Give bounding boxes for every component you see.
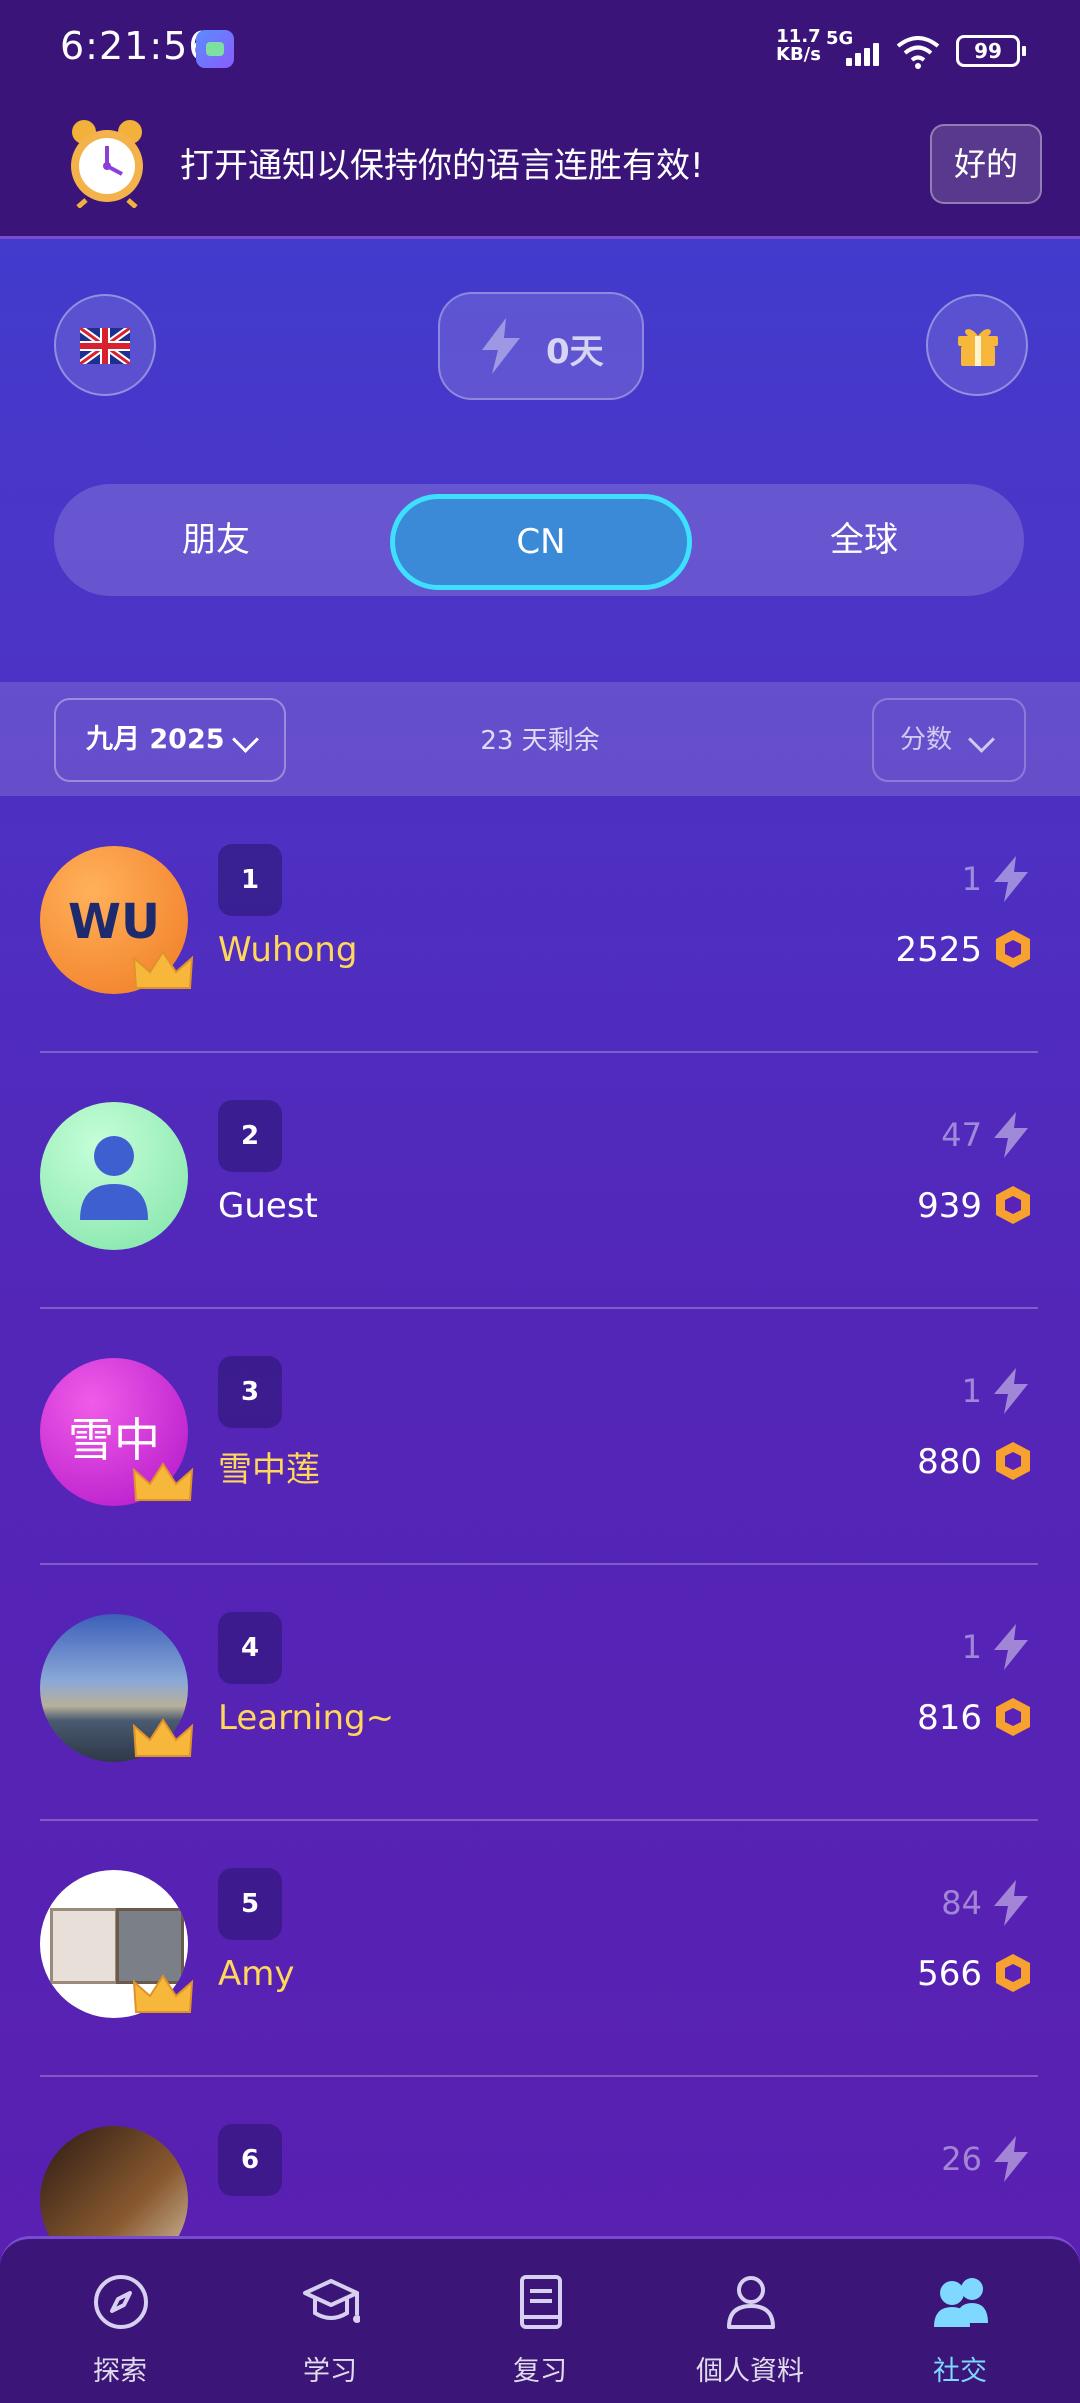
nav-label: 個人資料 xyxy=(696,2356,804,2387)
leaderboard-row[interactable]: WU 1 Wuhong 1 2525 xyxy=(40,798,1038,1053)
filter-bar: 九月 2025 23 天剩余 分数 xyxy=(0,682,1080,796)
nav-label: 社交 xyxy=(933,2356,987,2387)
avatar-initials: WU xyxy=(68,894,160,950)
crown-icon xyxy=(132,1718,194,1757)
user-score: 566 xyxy=(917,1954,982,1994)
top-bar: 6:21:56 11.7 KB/s 5G 99 打开通知以保持你的语言连胜有效!… xyxy=(0,0,1080,239)
user-name: 雪中莲 xyxy=(218,1450,320,1490)
rank-badge: 2 xyxy=(218,1100,282,1172)
user-streak: 47 xyxy=(941,1116,982,1154)
coin-icon xyxy=(996,1186,1030,1224)
row-divider xyxy=(40,1051,1038,1053)
notification-message: 打开通知以保持你的语言连胜有效! xyxy=(180,146,704,186)
leaderboard-row[interactable]: 4 Learning~ 1 816 xyxy=(40,1566,1038,1821)
uk-flag-icon xyxy=(80,328,130,364)
user-streak: 1 xyxy=(961,1372,982,1410)
status-time: 6:21:56 xyxy=(60,24,214,68)
graduation-cap-icon xyxy=(303,2279,360,2323)
battery-indicator: 99 xyxy=(956,35,1026,67)
sort-selector[interactable]: 分数 xyxy=(872,698,1026,782)
compass-icon xyxy=(94,2275,148,2329)
user-streak: 1 xyxy=(961,1628,982,1666)
lightning-icon xyxy=(994,2136,1028,2182)
user-name: Guest xyxy=(218,1186,318,1226)
lightning-icon xyxy=(994,856,1028,902)
row-divider xyxy=(40,1819,1038,1821)
nav-explore[interactable]: 探索 xyxy=(12,2239,228,2403)
rank-badge: 5 xyxy=(218,1868,282,1940)
tab-friends[interactable]: 朋友 xyxy=(54,484,378,596)
sort-label: 分数 xyxy=(900,725,953,755)
leaderboard-scope-tabs: 朋友 CN 全球 xyxy=(54,484,1024,596)
rank-badge: 4 xyxy=(218,1612,282,1684)
tab-global[interactable]: 全球 xyxy=(704,484,1024,596)
people-icon xyxy=(934,2278,988,2327)
user-score: 880 xyxy=(917,1442,982,1482)
user-score: 2525 xyxy=(895,930,982,970)
book-icon xyxy=(520,2275,562,2329)
bottom-navigation: 探索 学习 复习 個人資料 社交 xyxy=(0,2236,1080,2403)
streak-counter[interactable]: 0天 xyxy=(438,292,644,400)
user-score: 816 xyxy=(917,1698,982,1738)
gift-icon xyxy=(958,329,998,366)
nav-label: 复习 xyxy=(513,2356,567,2387)
user-streak: 26 xyxy=(941,2140,982,2178)
leaderboard-row[interactable]: 雪中 3 雪中莲 1 880 xyxy=(40,1310,1038,1565)
user-name: Learning~ xyxy=(218,1698,395,1738)
user-streak: 84 xyxy=(941,1884,982,1922)
user-name: Amy xyxy=(218,1954,295,1994)
person-icon xyxy=(80,1136,148,1220)
row-divider xyxy=(40,2075,1038,2077)
tab-cn[interactable]: CN xyxy=(390,494,692,590)
crown-icon xyxy=(132,1462,194,1501)
leaderboard-row[interactable]: 5 Amy 84 566 xyxy=(40,1822,1038,2077)
language-button[interactable] xyxy=(54,294,156,396)
nav-review[interactable]: 复习 xyxy=(432,2239,648,2403)
crown-icon xyxy=(132,950,194,989)
coin-icon xyxy=(996,1698,1030,1736)
row-divider xyxy=(40,1307,1038,1309)
alarm-clock-icon xyxy=(71,120,143,208)
streak-days: 0天 xyxy=(546,332,604,372)
gift-button[interactable] xyxy=(926,294,1028,396)
nav-learn[interactable]: 学习 xyxy=(222,2239,438,2403)
user-score: 939 xyxy=(917,1186,982,1226)
status-bar: 6:21:56 11.7 KB/s 5G 99 xyxy=(0,0,1080,100)
lightning-icon xyxy=(482,318,520,374)
nav-social[interactable]: 社交 xyxy=(852,2239,1068,2403)
signal-icon xyxy=(846,40,886,66)
coin-icon xyxy=(996,930,1030,968)
user-streak: 1 xyxy=(961,860,982,898)
nav-label: 探索 xyxy=(93,2356,147,2387)
leaderboard-row[interactable]: 2 Guest 47 939 xyxy=(40,1054,1038,1309)
person-icon xyxy=(727,2276,775,2329)
lightning-icon xyxy=(994,1112,1028,1158)
avatar xyxy=(40,1102,188,1250)
nav-profile[interactable]: 個人資料 xyxy=(642,2239,858,2403)
row-divider xyxy=(40,1563,1038,1565)
ok-button[interactable]: 好的 xyxy=(930,124,1042,204)
lightning-icon xyxy=(994,1624,1028,1670)
nav-label: 学习 xyxy=(303,2356,357,2387)
rank-badge: 3 xyxy=(218,1356,282,1428)
coin-icon xyxy=(996,1442,1030,1480)
chevron-down-icon xyxy=(968,726,995,753)
user-name: Wuhong xyxy=(218,930,358,970)
coin-icon xyxy=(996,1954,1030,1992)
network-speed-unit: KB/s xyxy=(776,44,821,65)
wifi-icon xyxy=(896,34,940,79)
network-speed: 11.7 KB/s xyxy=(776,28,821,64)
lightning-icon xyxy=(994,1368,1028,1414)
rank-badge: 6 xyxy=(218,2124,282,2196)
crown-icon xyxy=(132,1974,194,2013)
app-notification-icon xyxy=(196,30,234,68)
lightning-icon xyxy=(994,1880,1028,1926)
rank-badge: 1 xyxy=(218,844,282,916)
